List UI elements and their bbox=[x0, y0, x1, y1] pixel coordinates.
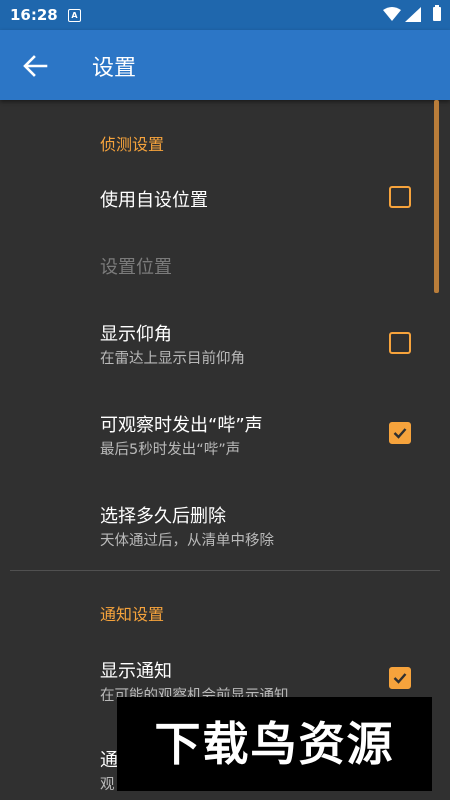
watermark-overlay: 下载鸟资源 bbox=[117, 697, 432, 791]
scrollbar[interactable] bbox=[434, 100, 439, 293]
checkbox-unchecked[interactable] bbox=[389, 186, 411, 208]
setting-title: 使用自设位置 bbox=[100, 190, 208, 211]
section-header-notification: 通知设置 bbox=[100, 605, 165, 624]
signal-icon bbox=[405, 7, 421, 22]
setting-title: 显示通知 bbox=[100, 661, 172, 682]
wifi-icon bbox=[383, 7, 401, 21]
notification-a-icon: A bbox=[68, 9, 81, 22]
section-divider bbox=[10, 570, 440, 571]
check-icon bbox=[393, 428, 407, 439]
setting-title: 选择多久后删除 bbox=[100, 506, 226, 527]
checkbox-checked[interactable] bbox=[389, 667, 411, 689]
battery-icon bbox=[433, 5, 441, 21]
setting-subtitle: 观 bbox=[100, 777, 115, 793]
page-title: 设置 bbox=[92, 56, 137, 81]
setting-subtitle: 最后5秒时发出“哔”声 bbox=[100, 442, 241, 458]
check-icon bbox=[393, 673, 407, 684]
setting-title: 可观察时发出“哔”声 bbox=[100, 415, 263, 436]
status-bar: 16:28 A bbox=[0, 0, 450, 30]
checkbox-checked[interactable] bbox=[389, 422, 411, 444]
section-header-detection: 侦测设置 bbox=[100, 135, 165, 154]
app-bar: 设置 bbox=[0, 30, 450, 100]
setting-subtitle: 天体通过后，从清单中移除 bbox=[100, 533, 274, 549]
setting-title: 通 bbox=[100, 750, 118, 771]
setting-title: 显示仰角 bbox=[100, 324, 172, 345]
setting-title-disabled: 设置位置 bbox=[100, 257, 172, 278]
setting-subtitle: 在雷达上显示目前仰角 bbox=[100, 351, 245, 367]
back-arrow-icon[interactable] bbox=[22, 53, 48, 79]
status-time: 16:28 bbox=[10, 6, 58, 24]
checkbox-unchecked[interactable] bbox=[389, 332, 411, 354]
